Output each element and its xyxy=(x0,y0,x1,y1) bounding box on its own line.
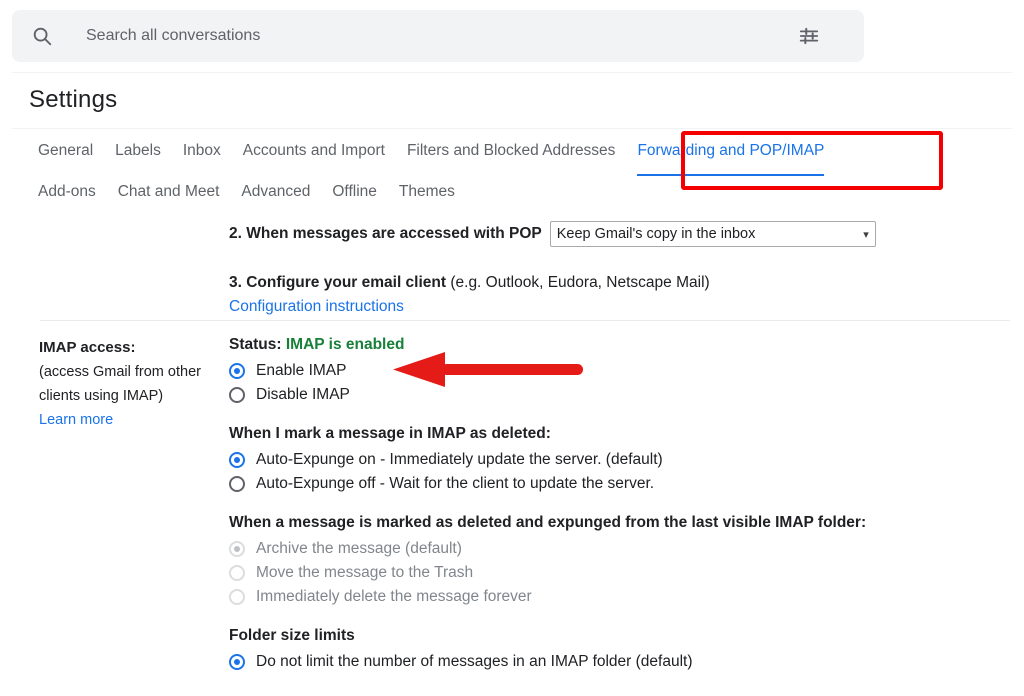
tab-filters-and-blocked-addresses[interactable]: Filters and Blocked Addresses xyxy=(407,140,616,168)
configuration-instructions-link[interactable]: Configuration instructions xyxy=(229,298,404,315)
section-divider xyxy=(40,320,1010,321)
imap-access-left-column: IMAP access: (access Gmail from other cl… xyxy=(39,336,219,432)
settings-tabs: General Labels Inbox Accounts and Import… xyxy=(38,140,998,209)
radio-disable-imap[interactable]: Disable IMAP xyxy=(229,383,929,407)
tab-row-1: General Labels Inbox Accounts and Import… xyxy=(38,140,998,176)
settings-content: 2. When messages are accessed with POP K… xyxy=(0,212,1024,696)
pop-access-select-value: Keep Gmail's copy in the inbox xyxy=(556,226,756,242)
tab-row-2: Add-ons Chat and Meet Advanced Offline T… xyxy=(38,181,998,209)
radio-icon[interactable] xyxy=(229,452,245,468)
radio-label: Immediately delete the message forever xyxy=(256,588,532,605)
configuration-instructions-link-row: Configuration instructions xyxy=(229,298,404,316)
radio-label: Auto-Expunge off - Wait for the client t… xyxy=(256,475,655,492)
page-title: Settings xyxy=(29,86,118,113)
radio-archive-the-message: Archive the message (default) xyxy=(229,537,929,561)
tab-inbox[interactable]: Inbox xyxy=(183,140,221,168)
radio-auto-expunge-on[interactable]: Auto-Expunge on - Immediately update the… xyxy=(229,448,929,472)
imap-status-value: IMAP is enabled xyxy=(285,336,405,353)
tab-label: Add-ons xyxy=(38,183,96,200)
radio-label: Disable IMAP xyxy=(256,386,350,403)
tab-labels[interactable]: Labels xyxy=(115,140,161,168)
radio-icon xyxy=(229,565,245,581)
tab-label: General xyxy=(38,142,94,159)
imap-folder-size-group-title: Folder size limits xyxy=(229,627,355,644)
imap-access-note-line-2: clients using IMAP) xyxy=(39,388,164,404)
radio-move-to-trash: Move the message to the Trash xyxy=(229,561,929,585)
search-bar-inner[interactable] xyxy=(12,10,864,62)
radio-icon[interactable] xyxy=(229,476,245,492)
radio-label: Archive the message (default) xyxy=(256,540,462,557)
tab-label: Labels xyxy=(115,142,161,159)
radio-label: Move the message to the Trash xyxy=(256,564,474,581)
radio-do-not-limit-folder-size[interactable]: Do not limit the number of messages in a… xyxy=(229,650,929,674)
imap-status-label: Status: xyxy=(229,336,282,353)
tab-label: Offline xyxy=(332,183,377,200)
tab-label: Inbox xyxy=(182,142,221,159)
radio-icon[interactable] xyxy=(229,387,245,403)
imap-status-line: Status: IMAP is enabled xyxy=(229,336,929,354)
tab-accounts-and-import[interactable]: Accounts and Import xyxy=(243,140,385,168)
imap-folder-size-group: Folder size limits Do not limit the numb… xyxy=(229,627,929,674)
imap-access-right-column: Status: IMAP is enabled Enable IMAP Disa… xyxy=(229,336,929,674)
pop-step-3-note: (e.g. Outlook, Eudora, Netscape Mail) xyxy=(446,274,710,291)
radio-enable-imap[interactable]: Enable IMAP xyxy=(229,359,929,383)
imap-access-heading: IMAP access: xyxy=(39,339,136,356)
title-divider xyxy=(12,128,1012,129)
search-bar[interactable] xyxy=(12,10,864,62)
radio-icon xyxy=(229,589,245,605)
pop-step-3-label: 3. Configure your email client xyxy=(229,274,447,291)
imap-deleted-group-title: When I mark a message in IMAP as deleted… xyxy=(229,425,551,442)
pop-step-2-row: 2. When messages are accessed with POP K… xyxy=(229,221,989,247)
tab-offline[interactable]: Offline xyxy=(332,181,377,209)
chevron-down-icon: ▾ xyxy=(863,228,869,241)
tab-chat-and-meet[interactable]: Chat and Meet xyxy=(118,181,220,209)
radio-icon xyxy=(229,541,245,557)
radio-auto-expunge-off[interactable]: Auto-Expunge off - Wait for the client t… xyxy=(229,472,929,496)
radio-label: Enable IMAP xyxy=(256,362,347,379)
search-icon xyxy=(30,24,54,48)
tab-forwarding-and-pop-imap[interactable]: Forwarding and POP/IMAP xyxy=(637,140,825,176)
active-tab-underline xyxy=(637,174,825,176)
pop-access-select[interactable]: Keep Gmail's copy in the inbox ▾ xyxy=(549,221,876,247)
gmail-settings-page: Settings General Labels Inbox Accounts a… xyxy=(0,0,1024,696)
tab-label: Chat and Meet xyxy=(117,183,220,200)
tab-label: Accounts and Import xyxy=(242,142,385,159)
tab-general[interactable]: General xyxy=(38,140,93,168)
imap-access-note-line-1: (access Gmail from other xyxy=(39,364,201,380)
tune-filter-icon[interactable] xyxy=(796,23,822,49)
radio-label: Do not limit the number of messages in a… xyxy=(256,653,693,670)
pop-step-2-label: 2. When messages are accessed with POP xyxy=(229,225,542,242)
tab-label: Forwarding and POP/IMAP xyxy=(637,142,825,159)
tab-advanced[interactable]: Advanced xyxy=(241,181,310,209)
learn-more-link[interactable]: Learn more xyxy=(39,412,113,428)
radio-label: Auto-Expunge on - Immediately update the… xyxy=(256,451,663,468)
tab-label: Filters and Blocked Addresses xyxy=(406,142,616,159)
imap-expunged-group: When a message is marked as deleted and … xyxy=(229,514,929,609)
radio-delete-forever: Immediately delete the message forever xyxy=(229,585,929,609)
pop-step-3-row: 3. Configure your email client (e.g. Out… xyxy=(229,274,710,292)
tab-label: Themes xyxy=(398,183,455,200)
header-divider xyxy=(12,72,1012,73)
radio-icon[interactable] xyxy=(229,654,245,670)
radio-icon[interactable] xyxy=(229,363,245,379)
tab-themes[interactable]: Themes xyxy=(399,181,455,209)
imap-expunged-group-title: When a message is marked as deleted and … xyxy=(229,514,867,531)
tab-add-ons[interactable]: Add-ons xyxy=(38,181,96,209)
imap-deleted-group: When I mark a message in IMAP as deleted… xyxy=(229,425,929,496)
search-input[interactable] xyxy=(84,26,796,46)
tab-label: Advanced xyxy=(241,183,311,200)
